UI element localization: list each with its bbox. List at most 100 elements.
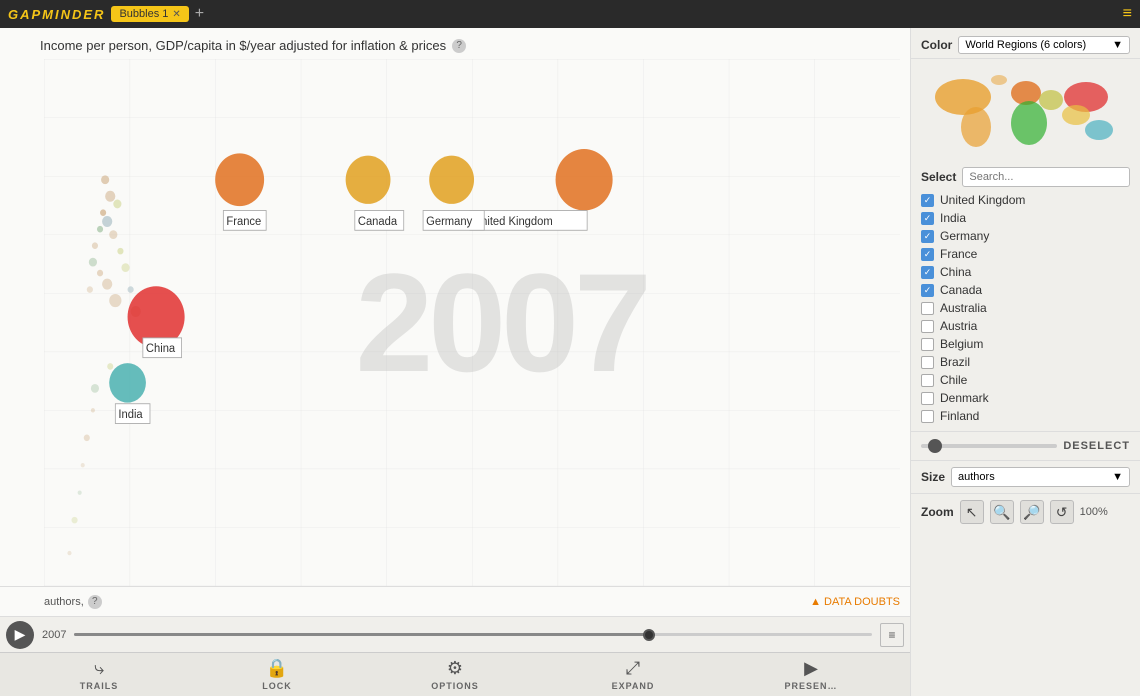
trails-label: TRAILS	[80, 681, 119, 691]
checkbox-france[interactable]	[921, 248, 934, 261]
expand-label: EXPAND	[612, 681, 655, 691]
list-item-chile: Chile	[921, 371, 1130, 389]
deselect-label: DESELECT	[1063, 440, 1130, 452]
country-name-canada: Canada	[940, 283, 982, 297]
size-dropdown[interactable]: authors ▼	[951, 467, 1130, 487]
tab-bubbles1[interactable]: Bubbles 1 ✕	[111, 6, 188, 22]
checkbox-germany[interactable]	[921, 230, 934, 243]
country-name-china: China	[940, 265, 971, 279]
right-panel: Color World Regions (6 colors) ▼	[910, 28, 1140, 696]
checkbox-finland[interactable]	[921, 410, 934, 423]
bubble-uk[interactable]	[556, 149, 613, 210]
checkbox-uk[interactable]	[921, 194, 934, 207]
search-input[interactable]	[962, 167, 1130, 187]
checkbox-belgium[interactable]	[921, 338, 934, 351]
lock-icon: 🔒	[266, 658, 288, 679]
svg-text:Germany: Germany	[426, 214, 472, 227]
toolbar-lock[interactable]: 🔒 LOCK	[247, 658, 307, 691]
country-name-australia: Australia	[940, 301, 987, 315]
checkbox-austria[interactable]	[921, 320, 934, 333]
country-name-chile: Chile	[940, 373, 967, 387]
bubble-canada[interactable]	[346, 156, 391, 204]
chart-title-bar: Income per person, GDP/capita in $/year …	[0, 36, 910, 59]
x-axis-label: authors, ?	[44, 595, 102, 609]
present-icon: ▶	[804, 658, 818, 679]
timeline-controls: ≡	[880, 623, 904, 647]
bubble-india[interactable]	[109, 363, 146, 403]
color-dropdown-value: World Regions (6 colors)	[965, 39, 1086, 51]
trails-icon: ⤷	[94, 658, 104, 679]
zoom-in-button[interactable]: 🔍	[990, 500, 1014, 524]
size-dropdown-value: authors	[958, 471, 995, 483]
checkbox-australia[interactable]	[921, 302, 934, 315]
size-dropdown-arrow: ▼	[1112, 471, 1123, 483]
header: GAPMINDER Bubbles 1 ✕ + ≡	[0, 0, 1140, 28]
play-button[interactable]: ▶	[6, 621, 34, 649]
select-label: Select	[921, 170, 956, 184]
toolbar-trails[interactable]: ⤷ TRAILS	[69, 658, 129, 691]
toolbar-present[interactable]: ▶ PRESEN…	[781, 658, 841, 691]
country-name-uk: United Kingdom	[940, 193, 1025, 207]
checkbox-chile[interactable]	[921, 374, 934, 387]
world-map	[921, 65, 1131, 155]
chart-container: 2007 100k 50k 20k 1	[44, 59, 900, 586]
country-name-germany: Germany	[940, 229, 989, 243]
list-item-canada: Canada	[921, 281, 1130, 299]
logo: GAPMINDER	[8, 7, 105, 22]
zoom-label: Zoom	[921, 505, 954, 519]
list-item-finland: Finland	[921, 407, 1130, 425]
country-name-denmark: Denmark	[940, 391, 989, 405]
data-doubts-button[interactable]: ▲ DATA DOUBTS	[810, 596, 900, 608]
checkbox-denmark[interactable]	[921, 392, 934, 405]
list-item-brazil: Brazil	[921, 353, 1130, 371]
tab-close-icon[interactable]: ✕	[172, 9, 180, 20]
country-name-austria: Austria	[940, 319, 977, 333]
color-dropdown[interactable]: World Regions (6 colors) ▼	[958, 36, 1130, 54]
list-item-france: France	[921, 245, 1130, 263]
checkbox-india[interactable]	[921, 212, 934, 225]
toolbar-options[interactable]: ⚙ OPTIONS	[425, 658, 485, 691]
toolbar-bottom: ⤷ TRAILS 🔒 LOCK ⚙ OPTIONS ⤢ EXPAND ▶ PRE…	[0, 652, 910, 696]
color-section: Color World Regions (6 colors) ▼	[911, 28, 1140, 59]
timeline-bar: ▶ 2007 ≡	[0, 616, 910, 652]
size-section: Size authors ▼	[911, 461, 1140, 494]
list-item-belgium: Belgium	[921, 335, 1130, 353]
select-header: Select	[921, 167, 1130, 187]
zoom-cursor-button[interactable]: ↖	[960, 500, 984, 524]
chart-title-text: Income per person, GDP/capita in $/year …	[40, 38, 446, 53]
checkbox-china[interactable]	[921, 266, 934, 279]
svg-text:India: India	[118, 408, 143, 421]
timeline-slider[interactable]	[74, 625, 872, 645]
bottom-bar: authors, ? ▲ DATA DOUBTS	[0, 586, 910, 616]
list-item-germany: Germany	[921, 227, 1130, 245]
color-label: Color	[921, 38, 952, 52]
bubble-france[interactable]	[215, 153, 264, 206]
chart-svg: 100k 50k 20k 10k 5000 2000 1000 500 200 …	[44, 59, 900, 586]
checkbox-brazil[interactable]	[921, 356, 934, 369]
checkbox-canada[interactable]	[921, 284, 934, 297]
zoom-reset-button[interactable]: ↺	[1050, 500, 1074, 524]
options-icon: ⚙	[447, 658, 463, 679]
help-icon[interactable]: ?	[452, 39, 466, 53]
country-list: United Kingdom India Germany France Chin…	[921, 191, 1130, 425]
svg-text:China: China	[146, 342, 176, 355]
select-section: Select United Kingdom India Germany	[911, 161, 1140, 432]
zoom-percent: 100%	[1080, 506, 1108, 518]
chart-area: Income per person, GDP/capita in $/year …	[0, 28, 910, 696]
country-name-finland: Finland	[940, 409, 979, 423]
toolbar-expand[interactable]: ⤢ EXPAND	[603, 658, 663, 691]
svg-text:Canada: Canada	[358, 214, 398, 227]
zoom-out-button[interactable]: 🔎	[1020, 500, 1044, 524]
deselect-slider[interactable]	[921, 444, 1057, 448]
bubble-germany[interactable]	[429, 156, 474, 204]
country-name-belgium: Belgium	[940, 337, 983, 351]
add-tab-button[interactable]: +	[195, 6, 204, 22]
svg-text:United Kingdom: United Kingdom	[473, 214, 553, 227]
list-item-australia: Australia	[921, 299, 1130, 317]
x-axis-help-icon[interactable]: ?	[88, 595, 102, 609]
timeline-list-icon[interactable]: ≡	[880, 623, 904, 647]
country-name-france: France	[940, 247, 977, 261]
svg-text:France: France	[226, 214, 261, 227]
hamburger-menu-icon[interactable]: ≡	[1123, 5, 1132, 23]
lock-label: LOCK	[262, 681, 292, 691]
